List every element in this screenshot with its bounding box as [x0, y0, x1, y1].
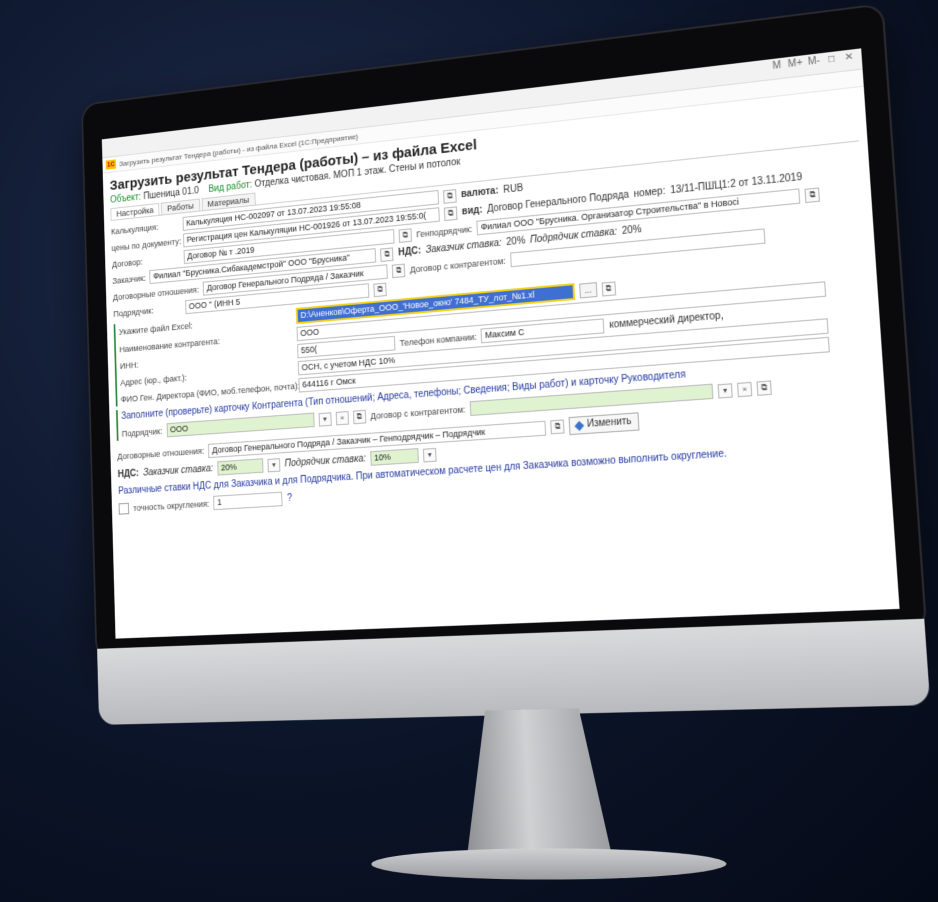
contract-label: Договор: — [111, 256, 143, 269]
phone-label: Телефон компании: — [399, 331, 477, 348]
monitor-stand — [459, 708, 614, 864]
dropdown-icon[interactable]: ▾ — [717, 382, 733, 399]
dropdown-icon[interactable]: ▾ — [422, 447, 437, 462]
object-label: Объект: — [110, 192, 142, 206]
maximize-icon[interactable]: □ — [825, 53, 838, 66]
currency-value: RUB — [503, 182, 524, 196]
open-icon[interactable]: ⧉ — [804, 186, 821, 203]
customer-rate-value: 20% — [506, 235, 526, 249]
1c-logo-icon: 1С — [105, 159, 116, 170]
open-icon[interactable]: ⧉ — [756, 379, 772, 396]
rounding-label: точность округления: — [133, 498, 210, 513]
clear-icon[interactable]: × — [335, 410, 349, 425]
customer-label: Заказчик: — [112, 272, 146, 286]
tab-settings[interactable]: Настройка — [110, 202, 160, 221]
open-icon[interactable]: ⧉ — [380, 246, 394, 262]
open-icon[interactable]: ⧉ — [601, 280, 616, 297]
open-icon[interactable]: ⧉ — [352, 409, 367, 424]
number-label: номер: — [633, 185, 666, 201]
vat-label: НДС: — [397, 245, 422, 259]
open-icon[interactable]: ⧉ — [550, 419, 565, 435]
contractor-label: Подрядчик: — [113, 305, 154, 319]
memory-plus-button[interactable]: M+ — [788, 57, 803, 70]
memory-button[interactable]: M — [770, 60, 783, 72]
open-icon[interactable]: ⧉ — [373, 282, 387, 297]
dropdown-icon[interactable]: ▾ — [267, 457, 281, 472]
change-button[interactable]: Изменить — [569, 412, 639, 436]
memory-minus-button[interactable]: M- — [807, 55, 820, 67]
card-contractor-rate-field[interactable]: 10% — [370, 448, 419, 466]
clear-icon[interactable]: × — [737, 381, 753, 397]
card-customer-rate-label: Заказчик ставка: — [143, 463, 214, 479]
card-vat-label: НДС: — [117, 468, 140, 481]
open-icon[interactable]: ⧉ — [392, 263, 406, 278]
open-icon[interactable]: ⧉ — [443, 188, 457, 204]
calc-label: Калькуляция: — [110, 221, 159, 236]
app-window: M M+ M- □ ✕ 1С Загрузить результат Тенде… — [101, 48, 900, 639]
card-counterparty-contract-label: Договор с контрагентом: — [370, 404, 466, 421]
help-icon[interactable]: ? — [287, 493, 292, 504]
general-contractor-label: Генподрядчик: — [416, 223, 473, 239]
browse-button[interactable]: ... — [579, 282, 598, 299]
change-icon — [574, 420, 585, 431]
rounding-field[interactable]: 1 — [213, 491, 283, 511]
tab-materials[interactable]: Материалы — [201, 192, 256, 211]
card-contractor-rate-label: Подрядчик ставка: — [284, 453, 367, 470]
price-doc-label: цены по документу: — [111, 236, 182, 253]
currency-label: валюта: — [460, 185, 499, 201]
monitor-bezel: M M+ M- □ ✕ 1С Загрузить результат Тенде… — [82, 5, 926, 659]
tab-works[interactable]: Работы — [161, 198, 200, 215]
customer-rate-label: Заказчик ставка: — [425, 237, 502, 256]
card-contractor-label: Подрядчик: — [121, 425, 163, 439]
kind-label: вид: — [461, 204, 483, 218]
contractor-rate-value: 20% — [621, 224, 643, 237]
close-icon[interactable]: ✕ — [843, 51, 856, 64]
card-relations-label: Договорные отношения: — [117, 446, 205, 462]
change-button-label: Изменить — [586, 415, 632, 430]
rounding-checkbox[interactable] — [118, 502, 130, 515]
open-icon[interactable]: ⧉ — [398, 227, 412, 243]
open-icon[interactable]: ⧉ — [443, 205, 458, 221]
dropdown-icon[interactable]: ▾ — [318, 411, 332, 427]
monitor: M M+ M- □ ✕ 1С Загрузить результат Тенде… — [82, 5, 934, 880]
monitor-base — [370, 847, 728, 880]
card-customer-rate-field[interactable]: 20% — [217, 458, 264, 476]
